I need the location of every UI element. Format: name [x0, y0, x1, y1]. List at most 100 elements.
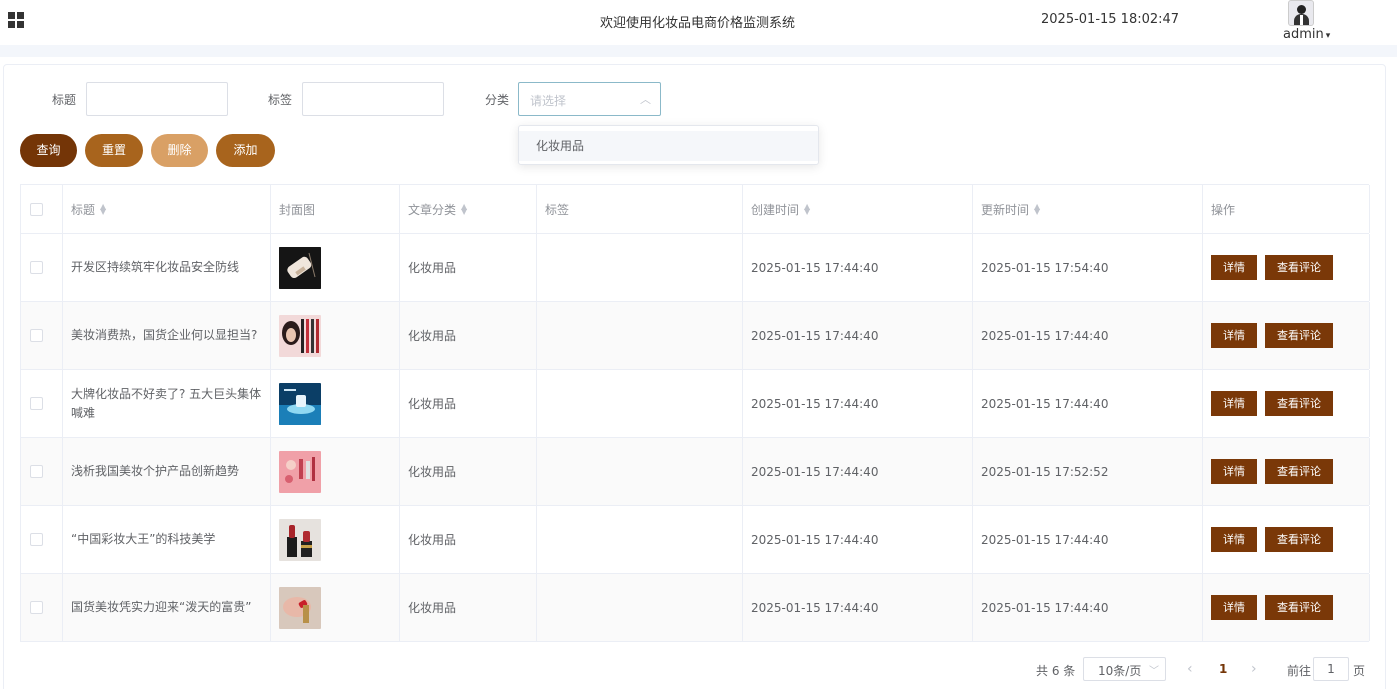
sort-icon[interactable]: ▲ ▼ — [100, 203, 106, 216]
created-cell: 2025-01-15 17:44:40 — [743, 506, 973, 573]
tag-cell — [537, 574, 743, 641]
col-updated-label: 更新时间 — [981, 202, 1030, 217]
page-number-current[interactable]: 1 — [1219, 662, 1227, 686]
row-checkbox-cell — [21, 574, 63, 641]
delete-button[interactable]: 删除 — [151, 134, 208, 167]
updated-cell: 2025-01-15 17:54:40 — [973, 234, 1203, 301]
updated-cell: 2025-01-15 17:44:40 — [973, 574, 1203, 641]
col-cover-label: 封面图 — [279, 202, 316, 217]
title-filter-label: 标题 — [52, 93, 77, 107]
col-actions: 操作 — [1203, 185, 1370, 233]
detail-button[interactable]: 详情 — [1211, 527, 1257, 552]
cover-image[interactable] — [279, 382, 321, 425]
sort-icon[interactable]: ▲ ▼ — [804, 203, 810, 216]
article-title: “中国彩妆大王”的科技美学 — [71, 532, 216, 546]
articles-table: 标题 ▲ ▼ 封面图 文章分类 ▲ ▼ 标签 创建时间 ▲ ▼ 更新时间 ▲ ▼ 操作 开发区持… — [20, 184, 1370, 642]
chevron-down-icon: ▾ — [1325, 31, 1331, 41]
created-cell: 2025-01-15 17:44:40 — [743, 574, 973, 641]
cover-image[interactable] — [279, 518, 321, 561]
col-tag: 标签 — [537, 185, 743, 233]
user-name: admin — [1283, 27, 1324, 42]
category-cell: 化妆用品 — [400, 506, 537, 573]
category-cell: 化妆用品 — [400, 234, 537, 301]
tag-cell — [537, 438, 743, 505]
col-created[interactable]: 创建时间 ▲ ▼ — [743, 185, 973, 233]
avatar[interactable] — [1288, 0, 1314, 26]
add-button[interactable]: 添加 — [216, 134, 275, 167]
view-comments-button[interactable]: 查看评论 — [1265, 323, 1333, 348]
col-cover: 封面图 — [271, 185, 400, 233]
view-comments-button[interactable]: 查看评论 — [1265, 391, 1333, 416]
title-cell: “中国彩妆大王”的科技美学 — [63, 506, 271, 573]
title-cell: 大牌化妆品不好卖了? 五大巨头集体喊难 — [63, 370, 271, 437]
row-checkbox-cell — [21, 302, 63, 369]
article-title: 浅析我国美妆个护产品创新趋势 — [71, 464, 240, 478]
category-cell: 化妆用品 — [400, 574, 537, 641]
view-comments-button[interactable]: 查看评论 — [1265, 527, 1333, 552]
grid-menu-icon[interactable] — [8, 12, 24, 28]
header-divider — [0, 45, 1397, 57]
cover-image[interactable] — [279, 314, 321, 357]
row-checkbox[interactable] — [30, 533, 43, 546]
cover-image[interactable] — [279, 246, 321, 289]
next-page-button[interactable]: › — [1251, 661, 1257, 685]
col-actions-label: 操作 — [1211, 202, 1236, 217]
actions-cell: 详情 查看评论 — [1203, 370, 1370, 437]
cover-image[interactable] — [279, 586, 321, 629]
table-header-row: 标题 ▲ ▼ 封面图 文章分类 ▲ ▼ 标签 创建时间 ▲ ▼ 更新时间 ▲ ▼ 操作 — [21, 185, 1370, 234]
col-category[interactable]: 文章分类 ▲ ▼ — [400, 185, 537, 233]
cover-image[interactable] — [279, 450, 321, 493]
category-cell: 化妆用品 — [400, 370, 537, 437]
reset-button[interactable]: 重置 — [85, 134, 143, 167]
current-time: 2025-01-15 18:02:47 — [1041, 12, 1180, 27]
view-comments-button[interactable]: 查看评论 — [1265, 255, 1333, 280]
category-select[interactable]: 请选择 ︿ — [518, 82, 661, 116]
col-category-label: 文章分类 — [408, 202, 457, 217]
created-cell: 2025-01-15 17:44:40 — [743, 438, 973, 505]
actions-cell: 详情 查看评论 — [1203, 302, 1370, 369]
col-title-label: 标题 — [71, 202, 96, 217]
detail-button[interactable]: 详情 — [1211, 391, 1257, 416]
row-checkbox[interactable] — [30, 601, 43, 614]
created-cell: 2025-01-15 17:44:40 — [743, 302, 973, 369]
chevron-down-icon: ﹀ — [1149, 666, 1159, 677]
row-checkbox-cell — [21, 438, 63, 505]
title-filter-input[interactable] — [86, 82, 228, 116]
prev-page-button[interactable]: ‹ — [1187, 661, 1193, 685]
sort-icon[interactable]: ▲ ▼ — [461, 203, 467, 216]
user-menu[interactable]: admin ▾ — [1283, 27, 1330, 42]
page-size-select[interactable]: 10条/页 ﹀ — [1083, 657, 1166, 681]
cover-cell — [271, 370, 400, 437]
sort-icon[interactable]: ▲ ▼ — [1034, 203, 1040, 216]
goto-page-input[interactable]: 1 — [1313, 657, 1349, 681]
col-title[interactable]: 标题 ▲ ▼ — [63, 185, 271, 233]
cover-cell — [271, 438, 400, 505]
row-checkbox[interactable] — [30, 261, 43, 274]
detail-button[interactable]: 详情 — [1211, 595, 1257, 620]
tag-filter-input[interactable] — [302, 82, 444, 116]
detail-button[interactable]: 详情 — [1211, 255, 1257, 280]
row-checkbox-cell — [21, 506, 63, 573]
query-button[interactable]: 查询 — [20, 134, 77, 167]
category-dropdown: 化妆用品 — [518, 125, 819, 165]
row-checkbox[interactable] — [30, 397, 43, 410]
detail-button[interactable]: 详情 — [1211, 459, 1257, 484]
cover-cell — [271, 302, 400, 369]
actions-cell: 详情 查看评论 — [1203, 574, 1370, 641]
view-comments-button[interactable]: 查看评论 — [1265, 595, 1333, 620]
col-updated[interactable]: 更新时间 ▲ ▼ — [973, 185, 1203, 233]
article-title: 开发区持续筑牢化妆品安全防线 — [71, 260, 240, 274]
detail-button[interactable]: 详情 — [1211, 323, 1257, 348]
pagination-total: 共 6 条 — [1036, 664, 1076, 678]
title-cell: 国货美妆凭实力迎来“泼天的富贵” — [63, 574, 271, 641]
table-row: 美妆消费热，国货企业何以显担当? 化妆用品 2025-01-15 17:44:4… — [21, 302, 1370, 370]
row-checkbox[interactable] — [30, 329, 43, 342]
table-row: “中国彩妆大王”的科技美学 化妆用品 2025-01-15 17:44:40 2… — [21, 506, 1370, 574]
view-comments-button[interactable]: 查看评论 — [1265, 459, 1333, 484]
row-checkbox[interactable] — [30, 465, 43, 478]
select-all-checkbox[interactable] — [30, 202, 43, 216]
category-option[interactable]: 化妆用品 — [519, 131, 818, 161]
actions-cell: 详情 查看评论 — [1203, 438, 1370, 505]
updated-cell: 2025-01-15 17:44:40 — [973, 302, 1203, 369]
goto-label: 前往 — [1287, 664, 1312, 678]
